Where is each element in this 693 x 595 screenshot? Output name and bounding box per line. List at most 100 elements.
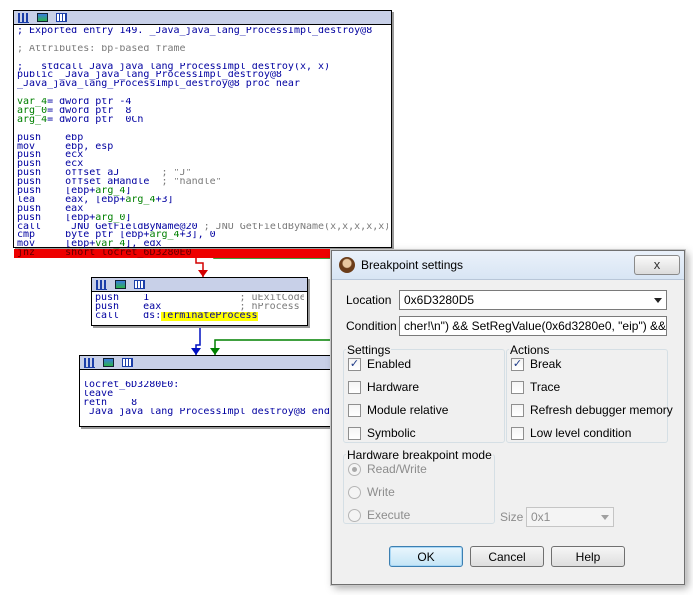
code-token: +3]: [155, 195, 174, 205]
code-line[interactable]: push 1 ; uExitCode: [95, 294, 304, 303]
checkmark-icon[interactable]: ✓: [511, 357, 524, 371]
code-token: arg_4: [95, 187, 126, 196]
code-line[interactable]: _Java_java_lang_ProcessImpl_destroy@8 pr…: [17, 80, 388, 89]
code-line[interactable]: [17, 89, 388, 98]
settings-checkbox-hardware[interactable]: Hardware: [348, 380, 419, 394]
bar-chart-icon[interactable]: [96, 279, 107, 290]
code-line[interactable]: retn 8: [83, 399, 329, 408]
code-token: push 1: [95, 294, 240, 303]
checkbox-label: Module relative: [367, 403, 449, 417]
settings-checkbox-module-relative[interactable]: Module relative: [348, 403, 448, 417]
code-line[interactable]: push ecx: [17, 160, 388, 169]
edge-blue-arrowhead: [191, 348, 201, 355]
settings-checkbox-symbolic[interactable]: Symbolic: [348, 426, 416, 440]
grid-icon[interactable]: [122, 358, 133, 367]
code-line[interactable]: mov [ebp+var_4], edx: [17, 240, 388, 249]
dialog-titlebar[interactable]: Breakpoint settings x: [332, 251, 684, 280]
code-line[interactable]: leave: [83, 390, 329, 399]
checkbox-box[interactable]: [511, 403, 524, 417]
bar-chart-icon[interactable]: [84, 357, 95, 368]
graph-node-locret[interactable]: locret_6D3280E0: leave retn 8 _Java_java_la…: [79, 355, 333, 427]
grid-icon[interactable]: [134, 280, 145, 289]
code-token: call _JNU_GetFieldByName@20: [17, 222, 204, 232]
code-line[interactable]: push offset aJ ; "J": [17, 169, 388, 178]
app-icon: [339, 257, 355, 273]
checkmark-icon[interactable]: ✓: [348, 357, 361, 371]
code-line[interactable]: [17, 36, 388, 45]
hw-mode-title: Hardware breakpoint mode: [346, 448, 493, 462]
code-line[interactable]: push ebp: [17, 134, 388, 143]
code-token: arg_4: [149, 231, 180, 241]
ok-button[interactable]: OK: [389, 546, 463, 567]
graph-node-entry[interactable]: ; Exported entry 149. _Java_java_lang_Pr…: [13, 10, 392, 259]
code-line[interactable]: push eax ; hProcess: [95, 303, 304, 312]
checkbox-box[interactable]: [348, 380, 361, 394]
code-line[interactable]: [83, 372, 329, 381]
cancel-button[interactable]: Cancel: [470, 546, 544, 567]
checkbox-box[interactable]: [511, 426, 524, 440]
code-token: var_4: [17, 98, 48, 108]
settings-title: Settings: [346, 343, 392, 357]
grid-icon[interactable]: [56, 13, 67, 22]
actions-checkbox-break[interactable]: ✓ Break: [511, 357, 561, 371]
condition-field[interactable]: cher!\n") && SetRegValue(0x6d3280e0, "ei…: [399, 316, 667, 336]
code-line[interactable]: call _JNU_GetFieldByName@20 ; JNU_GetFie…: [17, 223, 388, 232]
code-line[interactable]: push [ebp+arg_4]: [17, 187, 388, 196]
chevron-down-icon[interactable]: [650, 291, 666, 309]
code-line[interactable]: locret_6D3280E0:: [83, 381, 329, 390]
code-line[interactable]: push eax: [17, 205, 388, 214]
size-combo[interactable]: 0x1: [526, 507, 614, 527]
actions-checkbox-low-level-condition[interactable]: Low level condition: [511, 426, 631, 440]
code-line[interactable]: _Java_java_lang_ProcessImpl_destroy@8 en…: [83, 408, 329, 417]
code-line[interactable]: push offset aHandle ; "handle": [17, 178, 388, 187]
chevron-down-icon[interactable]: [597, 508, 613, 526]
code-line[interactable]: arg_0= dword ptr 8: [17, 107, 388, 116]
code-token: arg_0: [17, 107, 48, 116]
close-button[interactable]: x: [634, 255, 680, 275]
hw-mode-radio-read-write[interactable]: Read/Write: [348, 462, 427, 476]
code-line[interactable]: mov ebp, esp: [17, 143, 388, 152]
hw-mode-radio-write[interactable]: Write: [348, 485, 395, 499]
color-icon[interactable]: [115, 280, 126, 289]
code-line[interactable]: ; Attributes: bp-based frame: [17, 45, 388, 54]
settings-checkbox-enabled[interactable]: ✓ Enabled: [348, 357, 411, 371]
code-line[interactable]: ; __stdcall Java_java_lang_ProcessImpl_d…: [17, 63, 388, 72]
checkbox-box[interactable]: [348, 403, 361, 417]
color-icon[interactable]: [37, 13, 48, 22]
radio-dot[interactable]: [348, 462, 361, 476]
code-line[interactable]: push [ebp+arg_0]: [17, 214, 388, 223]
bar-chart-icon[interactable]: [18, 12, 29, 23]
checkbox-label: Enabled: [367, 357, 412, 371]
graph-node-terminate[interactable]: push 1 ; uExitCode push eax ; hProcess cal…: [91, 277, 308, 326]
location-value: 0x6D3280D5: [404, 293, 475, 307]
actions-checkbox-refresh-debugger-memory[interactable]: Refresh debugger memory: [511, 403, 673, 417]
hw-mode-radio-execute[interactable]: Execute: [348, 508, 410, 522]
actions-checkbox-trace[interactable]: Trace: [511, 380, 560, 394]
code-line[interactable]: call ds:TerminateProcess: [95, 311, 304, 321]
checkbox-box[interactable]: [511, 380, 524, 394]
code-token: ; hProcess: [239, 302, 300, 312]
code-line[interactable]: cmp byte ptr [ebp+arg_4+3], 0: [17, 231, 388, 240]
code-token: ; __stdcall Java_java_lang_ProcessImpl_d…: [17, 62, 331, 72]
color-icon[interactable]: [103, 358, 114, 367]
code-line[interactable]: push ecx: [17, 151, 388, 160]
code-token: ; "J": [161, 169, 192, 179]
radio-dot[interactable]: [348, 508, 361, 522]
code-token: push ecx: [17, 160, 84, 170]
checkbox-label: Refresh debugger memory: [530, 403, 673, 417]
code-line[interactable]: [17, 54, 388, 63]
code-token: locret_6D3280E0:: [83, 380, 180, 390]
code-line[interactable]: public _Java_java_lang_ProcessImpl_destr…: [17, 71, 388, 80]
code-line[interactable]: [17, 125, 388, 134]
code-line[interactable]: lea eax, [ebp+arg_4+3]: [17, 196, 388, 205]
code-line[interactable]: arg_4= dword ptr 0Ch: [17, 116, 388, 125]
code-token: cmp byte ptr [ebp+: [17, 231, 150, 241]
node-entry-code: ; Exported entry 149. _Java_java_lang_Pr…: [14, 25, 391, 260]
code-line[interactable]: ; Exported entry 149. _Java_java_lang_Pr…: [17, 27, 388, 36]
radio-dot[interactable]: [348, 485, 361, 499]
edge-green-arrowhead: [210, 348, 220, 355]
checkbox-box[interactable]: [348, 426, 361, 440]
help-button[interactable]: Help: [551, 546, 625, 567]
code-line[interactable]: var_4= dword ptr -4: [17, 98, 388, 107]
location-combo[interactable]: 0x6D3280D5: [399, 290, 667, 310]
